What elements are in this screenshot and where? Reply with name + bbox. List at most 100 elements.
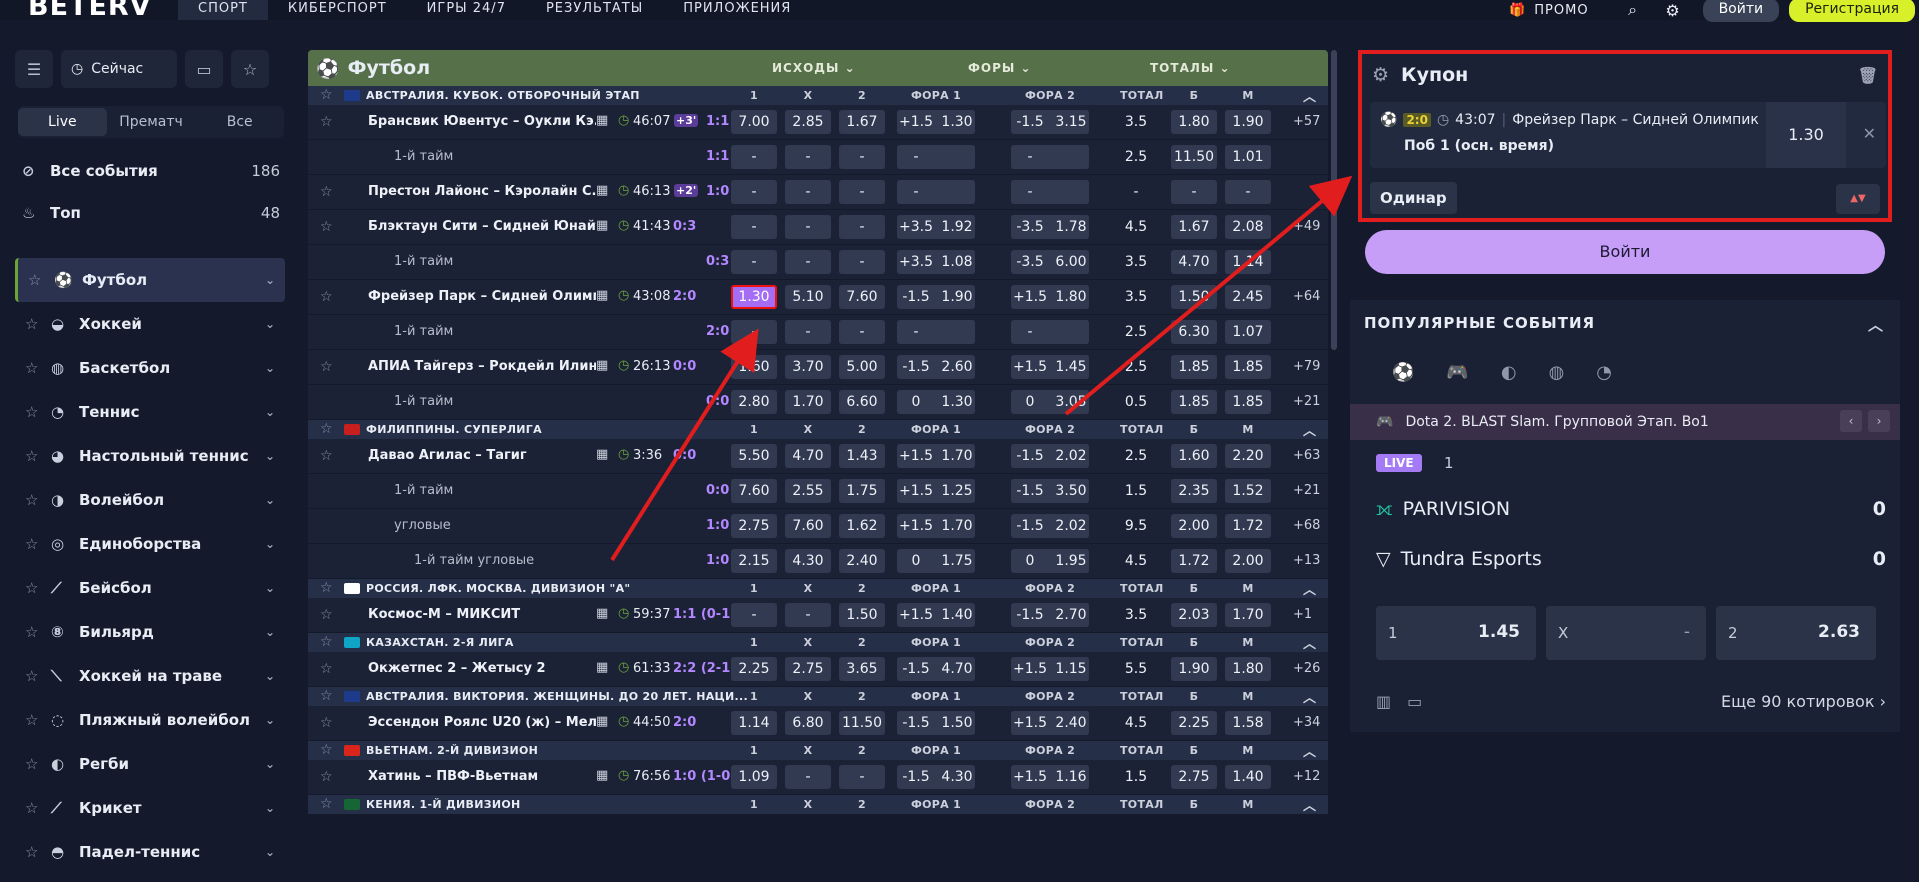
chevron-down-icon[interactable]: ⌄	[265, 273, 275, 287]
sidebar-sport-item[interactable]: ☆ ◐ Регби ⌄	[15, 742, 285, 786]
chevron-down-icon[interactable]: ⌄	[265, 845, 275, 859]
odd-cell[interactable]: -	[785, 215, 831, 239]
more-markets-count[interactable]: +79	[1293, 359, 1320, 374]
odd-cell[interactable]: 4.30	[785, 549, 831, 573]
star-icon[interactable]: ☆	[25, 447, 51, 465]
odd-cell[interactable]: 1.80	[1171, 110, 1217, 134]
chevron-down-icon[interactable]: ⌄	[265, 581, 275, 595]
odd-cell[interactable]: 1.60	[731, 355, 777, 379]
odd-cell[interactable]: -	[839, 180, 885, 204]
star-icon[interactable]: ☆	[320, 661, 333, 677]
odd-cell[interactable]: 1.45	[1053, 355, 1089, 379]
rugby-icon[interactable]: ◐	[1501, 362, 1517, 383]
chevron-up-icon[interactable]: ︿	[1303, 741, 1316, 760]
odd-cell[interactable]: 2.75	[731, 514, 777, 538]
odd-cell[interactable]	[1053, 145, 1089, 169]
subevent-row[interactable]: 1-й тайм 0:3- - - +3.5 1.08 -3.5 6.00 3.5 4.70 1.1…	[308, 245, 1328, 280]
nav-apps[interactable]: ПРИЛОЖЕНИЯ	[663, 0, 811, 20]
chevron-down-icon[interactable]: ⌄	[265, 317, 275, 331]
star-icon[interactable]: ☆	[320, 448, 333, 464]
odd-cell[interactable]: 1.75	[939, 549, 975, 573]
event-name[interactable]: Космос-М – МИКСИТ	[368, 607, 596, 622]
odd-cell[interactable]	[1053, 180, 1089, 204]
more-markets-count[interactable]: +21	[1293, 483, 1320, 498]
sidebar-sport-item[interactable]: ☆ ⚽ Футбол ⌄	[15, 258, 285, 302]
odd-cell[interactable]: 2.02	[1053, 514, 1089, 538]
star-icon[interactable]: ☆	[25, 579, 51, 597]
odd-cell[interactable]: -	[785, 320, 831, 344]
event-row[interactable]: ☆ Окжетпес 2 – Жетысу 2 ▦ ◷ 61:33 2:2 (2-1) 2.…	[308, 652, 1328, 687]
popular-league[interactable]: 🎮 Dota 2. BLAST Slam. Групповой Этап. Bo1	[1350, 404, 1900, 440]
sidebar-sport-item[interactable]: ☆ ⟋ Бейсбол ⌄	[15, 566, 285, 610]
subevent-row[interactable]: 1-й тайм угловые 1:0 2.15 4.30 2.40 0 1.75 0 1.9…	[308, 544, 1328, 579]
star-icon[interactable]: ☆	[320, 769, 333, 785]
odd-cell[interactable]: 1.80	[1225, 657, 1271, 681]
odd-button-2[interactable]: 2 2.63	[1716, 606, 1876, 660]
odd-cell[interactable]: 1.85	[1171, 355, 1217, 379]
star-icon[interactable]: ☆	[25, 359, 51, 377]
more-markets-count[interactable]: +68	[1293, 518, 1320, 533]
chevron-down-icon[interactable]: ⌄	[265, 361, 275, 375]
odd-cell[interactable]: 4.70	[785, 444, 831, 468]
event-row[interactable]: ☆ Космос-М – МИКСИТ ▦ ◷ 59:37 1:1 (0-1) - -1.50…	[308, 598, 1328, 633]
group-handicaps[interactable]: ФОРЫ ⌄	[968, 61, 1032, 75]
chevron-up-icon[interactable]: ︿	[1303, 795, 1316, 814]
chevron-down-icon[interactable]: ⌄	[265, 713, 275, 727]
odd-cell[interactable]: 1.70	[1225, 603, 1271, 627]
odd-cell[interactable]	[939, 180, 975, 204]
sort-arrows-icon[interactable]: ▲▼	[1836, 184, 1880, 214]
tennis-icon[interactable]: ◔	[1596, 362, 1612, 383]
odd-cell[interactable]: -	[731, 145, 777, 169]
odd-cell[interactable]: 2.15	[731, 549, 777, 573]
star-icon[interactable]: ☆	[320, 219, 333, 235]
nav-results[interactable]: РЕЗУЛЬТАТЫ	[526, 0, 663, 20]
event-name[interactable]: Окжетпес 2 – Жетысу 2	[368, 661, 596, 676]
odd-cell[interactable]: 3.50	[1053, 479, 1089, 503]
more-markets-count[interactable]: +63	[1293, 448, 1320, 463]
subevent-row[interactable]: 1-й тайм 2:0- - - - -2.5 6.30 1.07	[308, 315, 1328, 350]
sidebar-sport-item[interactable]: ☆ ◌ Пляжный волейбол ⌄	[15, 698, 285, 742]
chevron-down-icon[interactable]: ⌄	[265, 449, 275, 463]
video-icon[interactable]: ▭	[1407, 692, 1422, 711]
odd-cell[interactable]: 1.25	[939, 479, 975, 503]
star-icon[interactable]: ☆	[320, 184, 333, 200]
sidebar-sport-item[interactable]: ☆ ◒ Хоккей ⌄	[15, 302, 285, 346]
star-icon[interactable]: ☆	[320, 796, 333, 812]
odd-cell[interactable]: 1.62	[839, 514, 885, 538]
odd-cell[interactable]: -	[731, 320, 777, 344]
event-row[interactable]: ☆ Давао Агилас – Тагиг ▦ ◷ 3:36 0:0 5.50 4.70 1.…	[308, 439, 1328, 474]
odd-cell[interactable]: 7.00	[731, 110, 777, 134]
more-markets-count[interactable]: +26	[1293, 661, 1320, 676]
chevron-left-icon[interactable]: ‹	[1840, 410, 1862, 432]
odd-cell[interactable]: 3.65	[839, 657, 885, 681]
sidebar-sport-item[interactable]: ☆ ◎ Единоборства ⌄	[15, 522, 285, 566]
sidebar-sport-item[interactable]: ☆ ◑ Волейбол ⌄	[15, 478, 285, 522]
odd-cell[interactable]: 1.85	[1225, 355, 1271, 379]
odd-cell[interactable]: 3.15	[1053, 110, 1089, 134]
odd-cell[interactable]: 2.75	[785, 657, 831, 681]
event-name[interactable]: АПИА Тайгерз – Рокдейл Илинден	[368, 359, 596, 374]
register-button[interactable]: Регистрация	[1789, 0, 1915, 22]
all-events-item[interactable]: ⊘ Все события 186	[22, 162, 280, 180]
odd-cell[interactable]: -	[785, 250, 831, 274]
odd-cell[interactable]: 7.60	[731, 479, 777, 503]
odd-cell[interactable]: 2.85	[785, 110, 831, 134]
odd-cell[interactable]: -	[731, 250, 777, 274]
odd-cell[interactable]: -	[839, 320, 885, 344]
odd-cell[interactable]: 11.50	[1171, 145, 1217, 169]
tab-live[interactable]: Live	[18, 108, 107, 136]
star-icon[interactable]: ☆	[320, 742, 333, 758]
odd-cell[interactable]: -	[839, 215, 885, 239]
star-icon[interactable]: ☆	[25, 623, 51, 641]
logo[interactable]: BETERV	[28, 0, 178, 20]
odd-cell[interactable]: 7.60	[785, 514, 831, 538]
odd-cell[interactable]: 1.67	[1171, 215, 1217, 239]
odd-cell[interactable]: 5.00	[839, 355, 885, 379]
group-totals[interactable]: ТОТАЛЫ ⌄	[1150, 61, 1231, 75]
bet-type-selector[interactable]: Одинар	[1370, 182, 1457, 214]
odd-cell[interactable]: 2.55	[785, 479, 831, 503]
coupon-login-button[interactable]: Войти	[1365, 230, 1885, 274]
odd-cell[interactable]: 1.16	[1053, 765, 1089, 789]
odd-cell[interactable]: 11.50	[839, 711, 885, 735]
star-icon[interactable]: ☆	[320, 688, 333, 704]
